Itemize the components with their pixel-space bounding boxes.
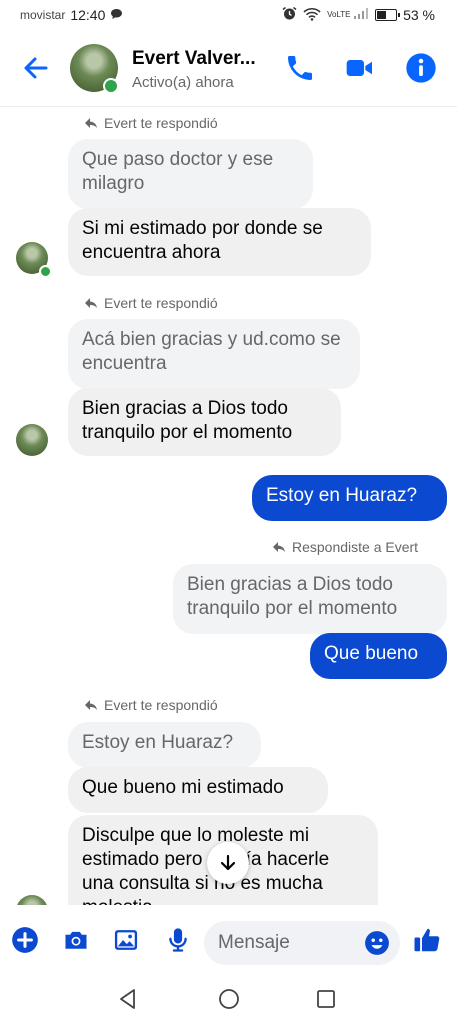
- call-button[interactable]: [284, 52, 316, 84]
- outgoing-message[interactable]: Estoy en Huaraz?: [252, 475, 447, 521]
- status-clock: 12:40: [70, 7, 106, 23]
- scroll-to-bottom-button[interactable]: [207, 842, 249, 884]
- battery-icon: [375, 9, 401, 21]
- reply-note-text: Respondiste a Evert: [292, 539, 419, 555]
- reply-note: Evert te respondió: [84, 295, 218, 311]
- thumbs-up-icon: [414, 928, 440, 952]
- info-button[interactable]: [405, 52, 437, 84]
- info-icon: [406, 53, 436, 83]
- camera-button[interactable]: [62, 926, 90, 954]
- chat-header: Evert Valver... Activo(a) ahora: [0, 30, 457, 107]
- reply-arrow-icon: [85, 118, 97, 128]
- reply-arrow-icon: [85, 298, 97, 308]
- arrow-left-icon: [24, 57, 48, 79]
- composer-bar: [0, 905, 457, 975]
- wifi-icon: [303, 7, 321, 24]
- like-button[interactable]: [412, 925, 442, 955]
- online-indicator: [103, 78, 119, 94]
- image-icon: [114, 930, 138, 950]
- signal-icon: [353, 7, 369, 23]
- contact-name[interactable]: Evert Valver...: [132, 48, 256, 70]
- alarm-icon: [282, 6, 297, 24]
- gallery-button[interactable]: [112, 926, 140, 954]
- nav-home-button[interactable]: [217, 987, 241, 1011]
- reply-arrow-icon: [85, 700, 97, 710]
- quoted-message[interactable]: Bien gracias a Dios todo tranquilo por e…: [173, 564, 447, 634]
- reply-note: Evert te respondió: [84, 115, 218, 131]
- arrow-down-icon: [220, 854, 236, 871]
- system-navigation-bar: [0, 975, 457, 1024]
- reply-note-text: Evert te respondió: [104, 697, 218, 713]
- microphone-icon: [169, 928, 187, 952]
- more-actions-button[interactable]: [11, 926, 39, 954]
- reply-note-text: Evert te respondió: [104, 295, 218, 311]
- reply-note: Respondiste a Evert: [272, 539, 418, 555]
- battery-percent: 53 %: [403, 7, 435, 23]
- volte-label: VoLTE: [327, 10, 351, 19]
- nav-back-icon: [120, 989, 135, 1009]
- contact-status: Activo(a) ahora: [132, 74, 234, 91]
- quoted-message[interactable]: Acá bien gracias y ud.como se encuentra: [68, 319, 360, 389]
- reply-note: Evert te respondió: [84, 697, 218, 713]
- back-button[interactable]: [18, 50, 54, 86]
- chat-bubble-notification-icon: [110, 7, 123, 23]
- nav-back-button[interactable]: [116, 987, 140, 1011]
- quoted-message[interactable]: Estoy en Huaraz?: [68, 722, 261, 768]
- nav-recents-button[interactable]: [314, 987, 338, 1011]
- reply-note-text: Evert te respondió: [104, 115, 218, 131]
- incoming-message[interactable]: Si mi estimado por donde se encuentra ah…: [68, 208, 371, 276]
- quoted-message[interactable]: Que paso doctor y ese milagro: [68, 139, 313, 209]
- emoji-icon: [365, 931, 389, 955]
- voice-clip-button[interactable]: [164, 926, 192, 954]
- phone-icon: [288, 56, 312, 80]
- nav-recents-icon: [317, 990, 335, 1008]
- reply-arrow-icon: [273, 542, 285, 552]
- plus-circle-icon: [12, 927, 38, 953]
- video-call-button[interactable]: [344, 52, 376, 84]
- emoji-button[interactable]: [364, 930, 390, 956]
- sender-avatar[interactable]: [16, 895, 48, 905]
- status-bar: movistar 12:40 VoLTE 53 %: [0, 0, 457, 30]
- incoming-message[interactable]: Bien gracias a Dios todo tranquilo por e…: [68, 388, 341, 456]
- online-indicator: [39, 265, 52, 278]
- battery-fill: [377, 11, 387, 19]
- carrier-label: movistar: [20, 8, 66, 22]
- outgoing-message[interactable]: Que bueno: [310, 633, 447, 679]
- sender-avatar[interactable]: [16, 424, 48, 456]
- nav-home-icon: [219, 989, 239, 1009]
- incoming-message[interactable]: Que bueno mi estimado: [68, 767, 328, 813]
- camera-icon: [65, 931, 87, 949]
- video-camera-icon: [346, 60, 372, 76]
